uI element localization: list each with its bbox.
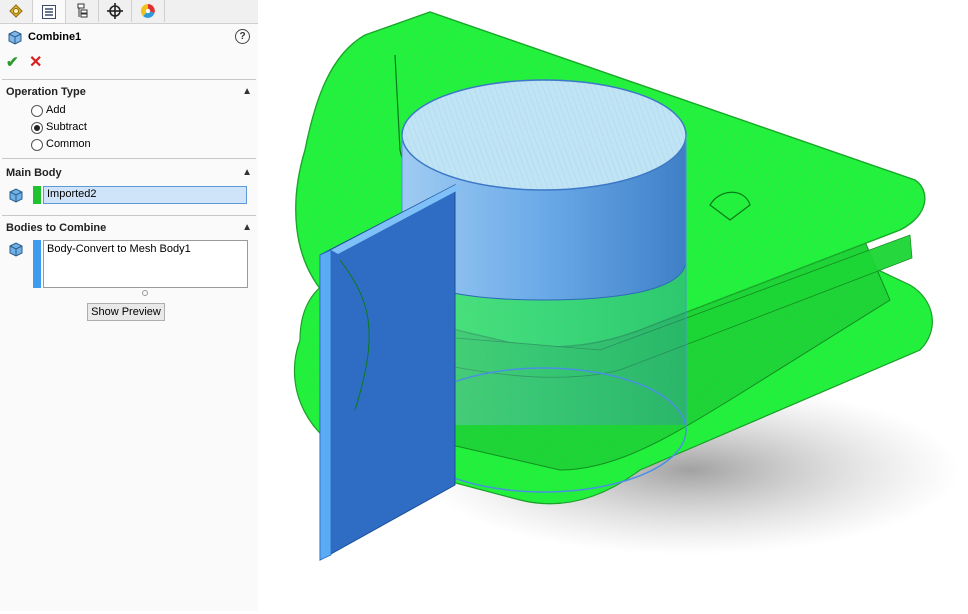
tab-display-manager[interactable] bbox=[132, 0, 165, 22]
solid-body-icon bbox=[9, 242, 23, 257]
tab-dimxpert-manager[interactable] bbox=[99, 0, 132, 22]
dimxpert-manager-icon bbox=[107, 3, 123, 19]
radio-common-label: Common bbox=[46, 138, 91, 150]
collapse-bodies-to-combine-icon[interactable]: ▲ bbox=[242, 222, 252, 233]
main-body-color-swatch bbox=[33, 186, 41, 204]
list-item[interactable]: Body-Convert to Mesh Body1 bbox=[47, 243, 244, 255]
graphics-viewport[interactable] bbox=[258, 0, 968, 611]
feature-title: Combine1 bbox=[28, 31, 82, 43]
collapse-main-body-icon[interactable]: ▲ bbox=[242, 167, 252, 178]
resize-grip-icon[interactable] bbox=[142, 290, 148, 296]
combine-feature-icon bbox=[8, 30, 22, 45]
divider bbox=[2, 158, 256, 159]
bodies-to-combine-list[interactable]: Body-Convert to Mesh Body1 bbox=[43, 240, 248, 288]
collapse-operation-type-icon[interactable]: ▲ bbox=[242, 86, 252, 97]
manager-tab-bar bbox=[0, 0, 258, 24]
tab-configuration-manager[interactable] bbox=[66, 0, 99, 22]
divider bbox=[2, 79, 256, 80]
operation-type-title: Operation Type bbox=[6, 86, 86, 98]
radio-subtract-label: Subtract bbox=[46, 121, 87, 133]
radio-add-circle[interactable] bbox=[31, 105, 43, 117]
configuration-manager-icon bbox=[77, 3, 88, 18]
checkmark-icon[interactable]: ✔ bbox=[6, 53, 19, 71]
feature-manager-icon bbox=[9, 4, 23, 18]
divider bbox=[2, 215, 256, 216]
bodies-to-combine-title: Bodies to Combine bbox=[6, 222, 107, 234]
property-manager-panel: Combine1 ? ✔ ✕ Operation Type ▲ Add Subt… bbox=[0, 0, 258, 611]
radio-common-circle[interactable] bbox=[31, 139, 43, 151]
solid-body-icon bbox=[9, 188, 23, 203]
property-manager-icon bbox=[42, 4, 56, 19]
tab-property-manager[interactable] bbox=[33, 0, 66, 23]
show-preview-button[interactable]: Show Preview bbox=[87, 303, 165, 321]
help-icon[interactable]: ? bbox=[235, 29, 250, 44]
feature-title-row: Combine1 ? bbox=[6, 29, 252, 47]
bodies-color-swatch bbox=[33, 240, 41, 288]
main-body-field[interactable]: Imported2 bbox=[43, 186, 247, 204]
radio-subtract-circle[interactable] bbox=[31, 122, 43, 134]
close-icon[interactable]: ✕ bbox=[29, 52, 42, 72]
radio-add-label: Add bbox=[46, 104, 66, 116]
model-view[interactable] bbox=[258, 0, 968, 611]
tab-feature-manager[interactable] bbox=[0, 0, 33, 22]
display-manager-icon bbox=[140, 3, 155, 18]
main-body-title: Main Body bbox=[6, 167, 62, 179]
